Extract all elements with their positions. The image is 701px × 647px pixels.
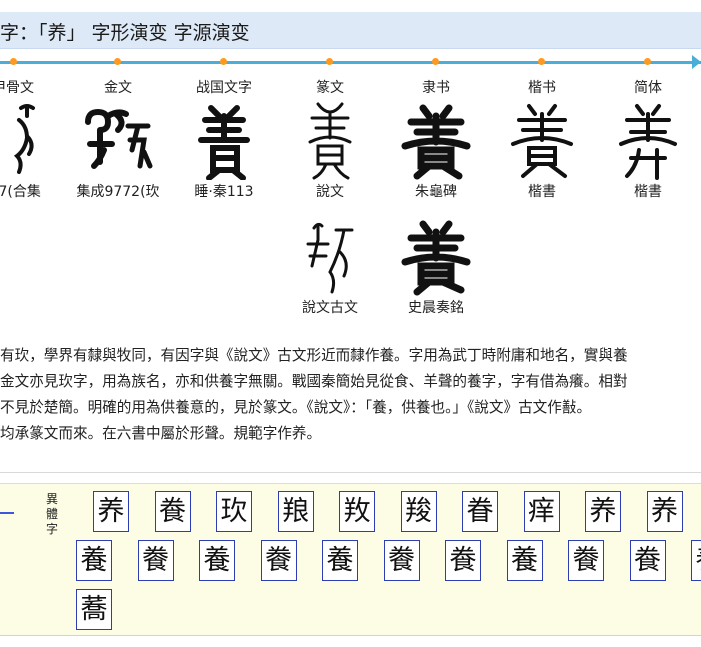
page-title: 字：「养」 字形演变 字源演变 [0, 22, 250, 44]
oracle-glyph-icon [0, 98, 66, 182]
clerical-glyph-icon [383, 98, 489, 182]
variant-char[interactable]: 飬 [445, 540, 481, 581]
warring-states-glyph-icon [171, 98, 277, 182]
timeline-bar [0, 61, 701, 64]
timeline-dot [114, 58, 121, 65]
variant-char[interactable]: 餋 [137, 540, 174, 581]
stage-label: 甲骨文 [0, 80, 34, 96]
variant-char[interactable]: 痒 [523, 491, 560, 532]
variant-char[interactable]: 養 [199, 540, 235, 581]
seal-glyph-icon [277, 98, 383, 182]
etymology-description: 有㺵，學界有隸與牧同，有因字與《說文》古文形近而隸作養。字用為武丁時附庸和地名，… [0, 343, 701, 447]
description-line: 有㺵，學界有隸與牧同，有因字與《說文》古文形近而隸作養。字用為武丁時附庸和地名，… [0, 347, 628, 364]
timeline-dot [538, 58, 545, 65]
evolution-item-seal[interactable]: 篆文 說文 [277, 78, 383, 202]
regular-glyph-icon [489, 98, 595, 182]
source-label: 朱龜碑 [415, 184, 457, 200]
source-label: 楷書 [634, 184, 662, 200]
collapse-dash-icon[interactable] [0, 512, 14, 514]
stage-label: 篆文 [316, 80, 344, 96]
timeline-dot [220, 58, 227, 65]
variant-char[interactable]: 飬 [154, 491, 191, 532]
variant-char[interactable]: 䍩 [339, 491, 375, 532]
source-label: 睡·秦113 [194, 184, 254, 200]
variant-char[interactable]: 养 [93, 491, 129, 532]
page-header: 字：「养」 字形演变 字源演变 [0, 12, 701, 49]
evolution-item-regular[interactable]: 楷书 楷書 [489, 78, 595, 202]
variant-char[interactable]: 飬 [629, 540, 666, 581]
variant-char[interactable]: 餋 [383, 540, 420, 581]
evolution-item-simplified[interactable]: 简体 楷書 [595, 78, 701, 202]
variants-panel: 異體字 养飬㺵羪䍩羧眷痒养养養餋養餋養餋飬養餋飬養蕎 [0, 483, 701, 636]
evolution-item-seal-ancient[interactable]: 說文古文 [277, 214, 383, 318]
variant-char[interactable]: 蕎 [76, 589, 112, 630]
source-label: 5.7(合集 [0, 184, 41, 200]
variant-char[interactable]: 羪 [277, 491, 314, 532]
divider [0, 472, 701, 473]
source-label: 說文 [316, 184, 344, 200]
variant-char[interactable]: 餋 [260, 540, 297, 581]
variant-char[interactable]: 養 [322, 540, 358, 581]
evolution-item-warring-states[interactable]: 战国文字 睡·秦113 [171, 78, 277, 202]
variant-char[interactable]: 养 [585, 491, 621, 532]
source-label: 史晨奏銘 [408, 300, 464, 316]
evolution-item-bronze[interactable]: 金文 集成9772(㺵 [65, 78, 171, 202]
stage-label: 简体 [634, 80, 662, 96]
timeline-dot [644, 58, 651, 65]
variant-char[interactable]: 養 [76, 540, 112, 581]
variant-char[interactable]: 養 [691, 540, 701, 581]
source-label: 說文古文 [302, 300, 358, 316]
stage-label: 楷书 [528, 80, 556, 96]
variant-char[interactable]: 羧 [400, 491, 437, 532]
evolution-item-clerical-stele[interactable]: 史晨奏銘 [383, 214, 489, 318]
evolution-item-clerical[interactable]: 隶书 朱龜碑 [383, 78, 489, 202]
stage-label: 隶书 [422, 80, 450, 96]
seal-ancient-glyph-icon [277, 214, 383, 298]
variant-char[interactable]: 㺵 [216, 491, 252, 532]
timeline-dot [10, 58, 17, 65]
description-line: 均承篆文而來。在六書中屬於形聲。規範字作养。 [0, 425, 322, 442]
variant-char[interactable]: 餋 [568, 540, 604, 581]
description-line: 不見於楚簡。明確的用為供養意的，見於篆文。《說文》：「養，供養也。」《說文》古文… [0, 399, 592, 416]
source-label: 集成9772(㺵 [76, 184, 160, 200]
variant-char[interactable]: 眷 [462, 491, 498, 532]
stage-label: 金文 [104, 80, 132, 96]
timeline-dot [326, 58, 333, 65]
bronze-glyph-icon [65, 98, 171, 182]
clerical-stele-glyph-icon [383, 214, 489, 298]
simplified-glyph-icon [595, 98, 701, 182]
timeline-arrow-icon [692, 55, 701, 69]
description-line: 金文亦見㺵字，用為族名，亦和供養字無關。戰國秦簡始見從食、羊聲的養字，字有借為癢… [0, 373, 628, 390]
variant-char[interactable]: 養 [506, 540, 543, 581]
timeline-dot [432, 58, 439, 65]
variant-char[interactable]: 养 [646, 491, 683, 532]
evolution-item-oracle[interactable]: 甲骨文 5.7(合集 [0, 78, 66, 202]
source-label: 楷書 [528, 184, 556, 200]
stage-label: 战国文字 [196, 80, 252, 96]
variants-label: 異體字 [45, 492, 58, 536]
